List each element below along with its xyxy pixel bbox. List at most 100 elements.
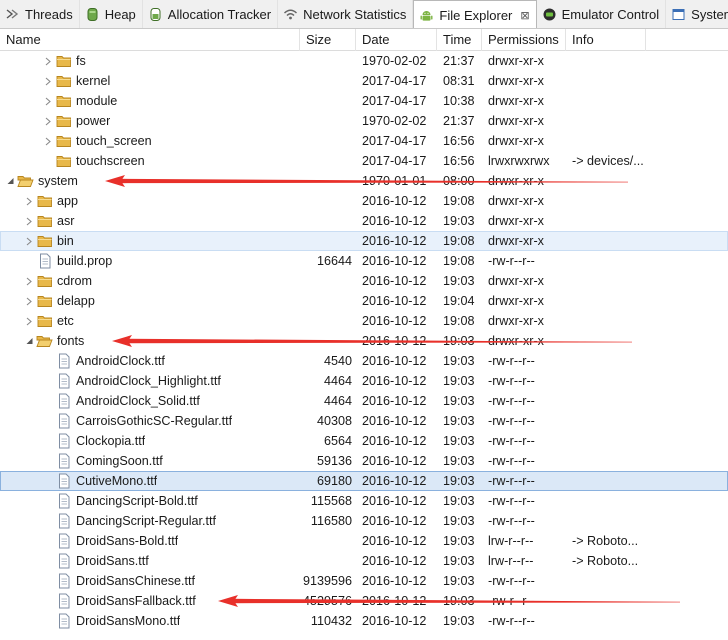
file-permissions: -rw-r--r--: [488, 574, 535, 588]
file-date: 1970-01-01: [362, 174, 427, 188]
table-row[interactable]: build.prop 16644 2016-10-12 19:08 -rw-r--r--: [0, 251, 728, 271]
table-row[interactable]: system 1970-01-01 08:00 drwxr-xr-x: [0, 171, 728, 191]
file-time: 19:04: [443, 294, 475, 308]
table-row[interactable]: DancingScript-Bold.ttf 115568 2016-10-12 19…: [0, 491, 728, 511]
file-date: 2016-10-12: [362, 494, 427, 508]
file-name: touch_screen: [76, 134, 152, 148]
table-row[interactable]: delapp 2016-10-12 19:04 drwxr-xr-x: [0, 291, 728, 311]
tab-emulator-control[interactable]: Emulator Control: [537, 0, 667, 28]
column-header-date[interactable]: Date: [356, 29, 437, 51]
close-tab-icon[interactable]: ⊠: [520, 9, 529, 22]
column-header-size[interactable]: Size: [300, 29, 356, 51]
table-row[interactable]: app 2016-10-12 19:08 drwxr-xr-x: [0, 191, 728, 211]
expand-arrow-icon[interactable]: [22, 211, 36, 231]
file-name: DroidSansMono.ttf: [76, 614, 181, 628]
file-permissions: -rw-r--r--: [488, 254, 535, 268]
table-row[interactable]: module 2017-04-17 10:38 drwxr-xr-x: [0, 91, 728, 111]
file-time: 19:03: [443, 614, 475, 628]
expand-arrow-icon[interactable]: [22, 291, 36, 311]
table-row[interactable]: fs 1970-02-02 21:37 drwxr-xr-x: [0, 51, 728, 71]
tab-heap[interactable]: Heap: [80, 0, 143, 28]
file-icon: [55, 451, 72, 471]
allocation-tracker-icon: [148, 7, 163, 22]
table-row[interactable]: DancingScript-Regular.ttf 116580 2016-10-1…: [0, 511, 728, 531]
table-row[interactable]: fonts 2016-10-12 19:03 drwxr-xr-x: [0, 331, 728, 351]
file-size: 4464: [323, 394, 352, 408]
tab-threads[interactable]: Threads: [0, 0, 80, 28]
table-row[interactable]: cdrom 2016-10-12 19:03 drwxr-xr-x: [0, 271, 728, 291]
table-row[interactable]: etc 2016-10-12 19:08 drwxr-xr-x: [0, 311, 728, 331]
table-row[interactable]: touchscreen 2017-04-17 16:56 lrwxrwxrwx -> d…: [0, 151, 728, 171]
collapse-arrow-icon[interactable]: [3, 171, 17, 191]
name-cell: DancingScript-Bold.ttf: [0, 491, 300, 511]
table-row[interactable]: bin 2016-10-12 19:08 drwxr-xr-x: [0, 231, 728, 251]
tab-file-explorer[interactable]: File Explorer ⊠: [413, 0, 537, 28]
name-cell: AndroidClock_Solid.ttf: [0, 391, 300, 411]
file-icon: [55, 491, 72, 511]
expand-arrow-icon[interactable]: [41, 131, 55, 151]
column-header-info[interactable]: Info: [566, 29, 646, 51]
table-row[interactable]: DroidSans.ttf 2016-10-12 19:03 lrw-r--r-- ->…: [0, 551, 728, 571]
file-size: 69180: [316, 474, 352, 488]
file-time: 19:03: [443, 514, 475, 528]
table-row[interactable]: CutiveMono.ttf 69180 2016-10-12 19:03 -rw-r-…: [0, 471, 728, 491]
expand-arrow-icon[interactable]: [41, 71, 55, 91]
file-permissions: drwxr-xr-x: [488, 214, 544, 228]
tab-network-statistics[interactable]: Network Statistics: [278, 0, 414, 28]
collapse-arrow-icon[interactable]: [22, 331, 36, 351]
column-header-permissions[interactable]: Permissions: [482, 29, 566, 51]
file-size: 4529576: [302, 594, 352, 608]
expand-arrow-icon[interactable]: [22, 271, 36, 291]
file-date: 2016-10-12: [362, 514, 427, 528]
table-row[interactable]: touch_screen 2017-04-17 16:56 drwxr-xr-x: [0, 131, 728, 151]
file-date: 2016-10-12: [362, 374, 427, 388]
expand-arrow-icon[interactable]: [41, 51, 55, 71]
table-row[interactable]: DroidSansChinese.ttf 9139596 2016-10-12 19:…: [0, 571, 728, 591]
file-permissions: drwxr-xr-x: [488, 194, 544, 208]
table-row[interactable]: DroidSans-Bold.ttf 2016-10-12 19:03 lrw-r--…: [0, 531, 728, 551]
table-row[interactable]: asr 2016-10-12 19:03 drwxr-xr-x: [0, 211, 728, 231]
expand-arrow-icon[interactable]: [41, 91, 55, 111]
table-row[interactable]: AndroidClock_Highlight.ttf 4464 2016-10-12…: [0, 371, 728, 391]
name-cell: DroidSansChinese.ttf: [0, 571, 300, 591]
file-time: 19:03: [443, 474, 475, 488]
file-date: 2016-10-12: [362, 194, 427, 208]
table-row[interactable]: kernel 2017-04-17 08:31 drwxr-xr-x: [0, 71, 728, 91]
file-date: 2016-10-12: [362, 214, 427, 228]
expand-arrow-icon[interactable]: [22, 231, 36, 251]
file-size: 16644: [316, 254, 352, 268]
name-cell: fonts: [0, 331, 300, 351]
expand-arrow-icon[interactable]: [22, 311, 36, 331]
folder-icon: [55, 151, 72, 171]
file-permissions: -rw-r--r--: [488, 414, 535, 428]
file-table-header: Name Size Date Time Permissions Info: [0, 29, 728, 51]
table-row[interactable]: AndroidClock.ttf 4540 2016-10-12 19:03 -rw-r…: [0, 351, 728, 371]
file-name: bin: [57, 234, 74, 248]
table-row[interactable]: DroidSansMono.ttf 110432 2016-10-12 19:03 -r…: [0, 611, 728, 631]
file-name: system: [38, 174, 78, 188]
name-cell: DroidSansMono.ttf: [0, 611, 300, 631]
expand-arrow-icon[interactable]: [22, 191, 36, 211]
file-date: 2016-10-12: [362, 254, 427, 268]
table-row[interactable]: Clockopia.ttf 6564 2016-10-12 19:03 -rw-r--r…: [0, 431, 728, 451]
table-row[interactable]: power 1970-02-02 21:37 drwxr-xr-x: [0, 111, 728, 131]
file-size: 4464: [323, 374, 352, 388]
name-cell: fs: [0, 51, 300, 71]
file-date: 2016-10-12: [362, 334, 427, 348]
expand-arrow-icon[interactable]: [41, 111, 55, 131]
table-row[interactable]: CarroisGothicSC-Regular.ttf 40308 2016-10-…: [0, 411, 728, 431]
table-row[interactable]: AndroidClock_Solid.ttf 4464 2016-10-12 19:0…: [0, 391, 728, 411]
file-name: etc: [57, 314, 74, 328]
table-row[interactable]: ComingSoon.ttf 59136 2016-10-12 19:03 -rw-r-…: [0, 451, 728, 471]
tab-allocation-tracker[interactable]: Allocation Tracker: [143, 0, 279, 28]
file-size: 110432: [310, 614, 352, 628]
table-row[interactable]: DroidSansFallback.ttf 4529576 2016-10-12 19…: [0, 591, 728, 611]
file-date: 2016-10-12: [362, 274, 427, 288]
folder-icon: [55, 91, 72, 111]
file-time: 16:56: [443, 154, 475, 168]
column-header-time[interactable]: Time: [437, 29, 482, 51]
file-time: 19:03: [443, 534, 475, 548]
tab-system-informati[interactable]: System Informati: [666, 0, 728, 28]
column-header-name[interactable]: Name: [0, 29, 300, 51]
